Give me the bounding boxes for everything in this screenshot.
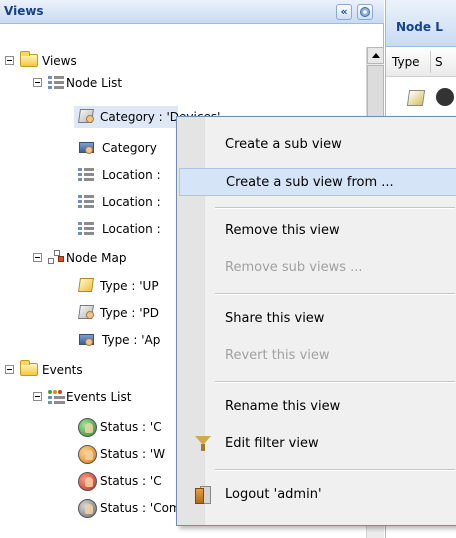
column-header-s[interactable]: S: [435, 55, 443, 69]
tree-item-type[interactable]: Type : 'Ap: [74, 329, 178, 351]
menu-item-label: Logout 'admin': [225, 487, 322, 502]
tree-item-label: Category: [102, 141, 157, 155]
views-panel-title: Views: [4, 4, 44, 18]
column-header-row: Type S: [386, 47, 456, 77]
context-menu: Create a sub view Create a sub view from…: [176, 116, 456, 526]
tree-item-status[interactable]: Status : 'W: [74, 443, 178, 465]
tree-item-views[interactable]: Views: [0, 50, 366, 72]
tree-item-status[interactable]: Status : 'C: [74, 416, 178, 438]
menu-item-label: Create a sub view: [225, 137, 342, 152]
tree-item-label: Type : 'UP: [100, 279, 159, 293]
views-panel-header: Views «: [0, 0, 384, 24]
column-divider[interactable]: [430, 51, 431, 73]
menu-item-label: Remove sub views ...: [225, 260, 363, 275]
status-critical-icon: [78, 472, 97, 491]
tree-item-label: Node List: [66, 76, 123, 90]
tree-item-location[interactable]: Location :: [74, 218, 178, 240]
panel-settings-button[interactable]: [357, 4, 373, 20]
folder-icon: [20, 360, 38, 376]
menu-separator: [215, 207, 455, 209]
menu-item-label: Create a sub view from ...: [226, 175, 394, 190]
tree-item-category-devices[interactable]: Category : 'Devices': [74, 106, 220, 128]
menu-item-create-sub-view-from[interactable]: Create a sub view from ...: [179, 168, 456, 196]
node-status-icon: [436, 88, 454, 106]
node-list-icon: [48, 75, 64, 91]
menu-item-rename-view[interactable]: Rename this view: [179, 393, 456, 421]
tree-item-label: Location :: [102, 222, 161, 236]
type-icon: [78, 304, 96, 322]
tree-item-node-map[interactable]: Node Map: [0, 247, 178, 269]
tree-item-label: Status : 'W: [100, 447, 166, 461]
menu-item-label: Rename this view: [225, 399, 341, 414]
collapse-icon[interactable]: [5, 365, 14, 374]
collapse-icon[interactable]: [33, 78, 42, 87]
tree-item-label: Status : 'C: [100, 474, 162, 488]
scroll-up-button[interactable]: [367, 47, 384, 64]
menu-separator: [215, 293, 455, 295]
tree-item-label: Views: [42, 54, 77, 68]
collapse-panel-button[interactable]: «: [336, 4, 352, 20]
category-icon: [78, 108, 96, 126]
node-list-header: Node L: [386, 0, 456, 47]
menu-item-revert-view[interactable]: Revert this view: [179, 342, 456, 370]
list-icon: [78, 194, 94, 210]
tree-item-type[interactable]: Type : 'UP: [74, 275, 178, 297]
node-list-title: Node L: [396, 20, 443, 34]
menu-item-label: Share this view: [225, 311, 325, 326]
menu-separator: [215, 381, 455, 383]
menu-separator: [215, 469, 455, 471]
tree-item-node-list[interactable]: Node List: [0, 72, 366, 94]
menu-item-label: Remove this view: [225, 223, 340, 238]
tree-item-label: Location :: [102, 168, 161, 182]
funnel-icon: [195, 436, 211, 452]
column-header-type[interactable]: Type: [392, 55, 420, 69]
events-list-icon: [48, 390, 66, 404]
tree-item-events-list[interactable]: Events List: [0, 386, 178, 408]
node-map-icon: [48, 250, 66, 266]
folder-icon: [20, 51, 38, 67]
device-icon: [78, 140, 96, 156]
tree-item-label: Events List: [66, 390, 132, 404]
tree-item-label: Type : 'PD: [100, 306, 160, 320]
menu-item-edit-filter-view[interactable]: Edit filter view: [179, 430, 456, 458]
collapse-icon[interactable]: [33, 392, 42, 401]
collapse-icon[interactable]: [33, 253, 42, 262]
tree-item-type[interactable]: Type : 'PD: [74, 302, 178, 324]
list-icon: [78, 167, 94, 183]
type-icon: [78, 277, 96, 295]
tree-item-label: Status : 'C: [100, 420, 162, 434]
tree-item-label: Node Map: [66, 251, 127, 265]
menu-item-create-sub-view[interactable]: Create a sub view: [179, 131, 456, 159]
collapse-icon[interactable]: [5, 56, 14, 65]
gear-icon: [360, 7, 370, 17]
tree-item-label: Type : 'Ap: [102, 333, 161, 347]
tree-item-location[interactable]: Location :: [74, 191, 178, 213]
tree-item-status[interactable]: Status : 'C: [74, 470, 178, 492]
tree-item-label: Events: [42, 363, 83, 377]
menu-item-remove-view[interactable]: Remove this view: [179, 217, 456, 245]
device-icon: [78, 332, 96, 348]
status-ok-icon: [78, 418, 97, 437]
node-type-icon: [406, 90, 426, 106]
tree-item-category[interactable]: Category: [74, 137, 178, 159]
menu-item-share-view[interactable]: Share this view: [179, 305, 456, 333]
status-lost-icon: [78, 499, 97, 518]
menu-item-logout[interactable]: Logout 'admin': [179, 481, 456, 509]
menu-item-label: Revert this view: [225, 348, 330, 363]
tree-item-events[interactable]: Events: [0, 359, 178, 381]
menu-item-label: Edit filter view: [225, 436, 319, 451]
status-warning-icon: [78, 445, 97, 464]
tree-item-label: Location :: [102, 195, 161, 209]
list-icon: [78, 221, 94, 237]
door-icon: [195, 486, 211, 504]
menu-item-remove-sub-views[interactable]: Remove sub views ...: [179, 254, 456, 282]
tree-item-location[interactable]: Location :: [74, 164, 178, 186]
